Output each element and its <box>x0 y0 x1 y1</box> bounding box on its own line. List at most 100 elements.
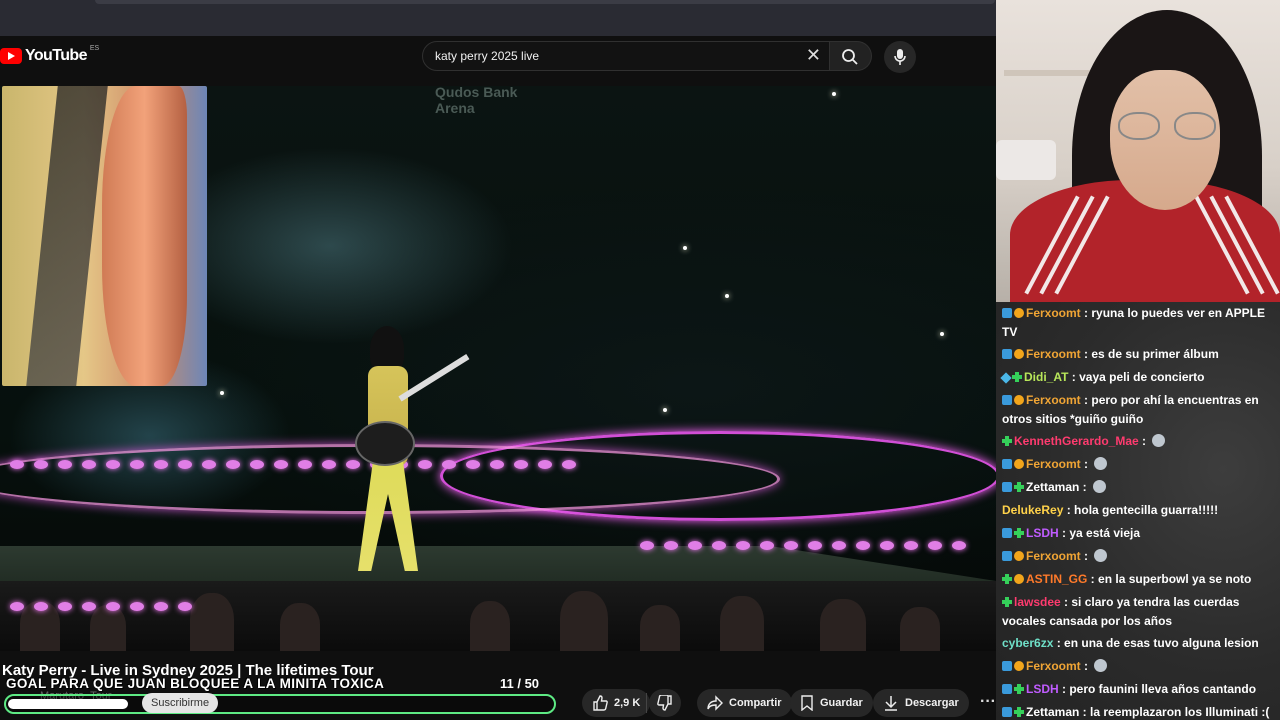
search-icon <box>842 49 858 65</box>
chat-badge-coin-icon[interactable] <box>1014 661 1024 671</box>
chat-message: Didi_AT : vaya peli de concierto <box>1000 368 1276 387</box>
search-query: katy perry 2025 live <box>435 49 540 63</box>
chat-badge-gem-icon[interactable] <box>1000 372 1012 384</box>
stream-screen: YouTube ES katy perry 2025 live ✕ Qudos … <box>0 0 1280 720</box>
chat-emote-icon <box>1094 659 1108 672</box>
video-player[interactable]: Qudos Bank Arena <box>0 86 996 651</box>
chat-message: KennethGerardo_Mae : <box>1002 432 1276 451</box>
chat-badge-plus-icon[interactable] <box>1014 482 1024 492</box>
chat-message: Zettaman : <box>1002 478 1276 497</box>
chat-text: hola gentecilla guarra!!!!! <box>1074 503 1219 517</box>
chat-badge-plus-icon[interactable] <box>1002 436 1012 446</box>
chat-message: lawsdee : si claro ya tendra las cuerdas… <box>1002 595 1240 628</box>
goal-overlay-text: GOAL PARA QUE JUAN BLOQUEE A LA MINITA T… <box>6 676 385 691</box>
chat-badge-box-icon[interactable] <box>1002 395 1012 405</box>
like-divider <box>646 693 647 713</box>
chat-message: Ferxoomt : ryuna lo puedes ver en APPLE … <box>1002 306 1265 339</box>
chat-badge-coin-icon[interactable] <box>1014 574 1024 584</box>
chat-message: Ferxoomt : pero por ahí la encuentras en… <box>1002 393 1259 426</box>
browser-top-strip <box>0 0 996 36</box>
chat-emote-icon <box>1094 549 1108 562</box>
chat-username[interactable]: KennethGerardo_Mae <box>1014 434 1139 448</box>
youtube-logo-text: YouTube <box>25 47 87 64</box>
chat-username[interactable]: Ferxoomt <box>1026 306 1081 320</box>
chat-badge-coin-icon[interactable] <box>1014 308 1024 318</box>
chat-username[interactable]: Ferxoomt <box>1026 659 1081 673</box>
chat-text: ya está vieja <box>1069 526 1141 540</box>
download-icon <box>885 696 897 711</box>
chat-badge-box-icon[interactable] <box>1002 482 1012 492</box>
chat-badge-box-icon[interactable] <box>1002 308 1012 318</box>
performer <box>340 326 470 651</box>
like-button[interactable]: 2,9 K <box>582 689 651 717</box>
chat-text: en la superbowl ya se noto <box>1098 572 1252 586</box>
more-actions-button[interactable]: ··· <box>980 693 996 711</box>
chat-message: cyber6zx : en una de esas tuvo alguna le… <box>1002 636 1259 650</box>
chat-text: la reemplazaron los Illuminati :( <box>1090 705 1270 719</box>
youtube-window: YouTube ES katy perry 2025 live ✕ Qudos … <box>0 0 996 720</box>
chat-message: ASTIN_GG : en la superbowl ya se noto <box>1002 570 1276 589</box>
like-count: 2,9 K <box>614 697 641 709</box>
chat-badge-coin-icon[interactable] <box>1014 459 1024 469</box>
share-label: Compartir <box>729 697 782 709</box>
chat-username[interactable]: DelukeRey <box>1002 503 1063 517</box>
chat-username[interactable]: Ferxoomt <box>1026 393 1081 407</box>
voice-search-button[interactable] <box>884 41 916 73</box>
chat-text: es de su primer álbum <box>1091 347 1219 361</box>
chat-panel: Ferxoomt : ryuna lo puedes ver en APPLE … <box>996 302 1280 720</box>
chat-username[interactable]: cyber6zx <box>1002 636 1053 650</box>
chat-badge-box-icon[interactable] <box>1002 349 1012 359</box>
chat-username[interactable]: Didi_AT <box>1024 370 1068 384</box>
thumbs-up-icon <box>593 695 608 711</box>
chat-username[interactable]: ASTIN_GG <box>1026 572 1087 586</box>
save-button[interactable]: Guardar <box>790 689 873 717</box>
chat-emote-icon <box>1093 480 1107 493</box>
chat-badge-box-icon[interactable] <box>1002 707 1012 717</box>
chat-message: Ferxoomt : es de su primer álbum <box>1002 345 1276 364</box>
chat-badge-coin-icon[interactable] <box>1014 349 1024 359</box>
download-button[interactable]: Descargar <box>873 689 969 717</box>
chat-badge-plus-icon[interactable] <box>1002 574 1012 584</box>
chat-username[interactable]: Zettaman <box>1026 480 1079 494</box>
chat-badge-plus-icon[interactable] <box>1012 372 1022 382</box>
chat-username[interactable]: Ferxoomt <box>1026 549 1081 563</box>
subscribe-button[interactable]: Suscribirme <box>142 693 219 713</box>
share-button[interactable]: Compartir <box>697 689 792 717</box>
chat-message: Zettaman : la reemplazaron los Illuminat… <box>1002 703 1276 720</box>
youtube-logo[interactable]: YouTube ES <box>0 45 99 65</box>
chat-username[interactable]: Ferxoomt <box>1026 347 1081 361</box>
chat-badge-box-icon[interactable] <box>1002 459 1012 469</box>
search-button[interactable] <box>830 41 872 71</box>
share-icon <box>707 695 723 711</box>
chat-message: LSDH : ya está vieja <box>1002 524 1276 543</box>
chat-badge-coin-icon[interactable] <box>1014 551 1024 561</box>
chat-badge-plus-icon[interactable] <box>1014 684 1024 694</box>
clear-search-icon[interactable]: ✕ <box>806 45 821 66</box>
chat-username[interactable]: Ferxoomt <box>1026 457 1081 471</box>
search-input[interactable]: katy perry 2025 live ✕ <box>422 41 830 71</box>
microphone-arm <box>996 140 1056 180</box>
chat-username[interactable]: Zettaman <box>1026 705 1079 719</box>
chat-badge-box-icon[interactable] <box>1002 551 1012 561</box>
chat-username[interactable]: LSDH <box>1026 682 1059 696</box>
chat-badge-plus-icon[interactable] <box>1014 707 1024 717</box>
chat-message: LSDH : pero faunini lleva años cantando <box>1002 680 1276 699</box>
chat-username[interactable]: LSDH <box>1026 526 1059 540</box>
streamer-glasses <box>1118 112 1218 142</box>
chat-badge-plus-icon[interactable] <box>1002 597 1012 607</box>
crowd <box>0 581 996 651</box>
chat-text: vaya peli de concierto <box>1079 370 1205 384</box>
chat-text: en una de esas tuvo alguna lesion <box>1064 636 1259 650</box>
chat-badge-box-icon[interactable] <box>1002 661 1012 671</box>
bookmark-icon <box>801 695 813 711</box>
chat-message: DelukeRey : hola gentecilla guarra!!!!! <box>1002 503 1219 517</box>
save-label: Guardar <box>820 697 863 709</box>
chat-badge-box-icon[interactable] <box>1002 684 1012 694</box>
microphone-icon <box>894 49 906 65</box>
chat-message: Ferxoomt : <box>1002 547 1276 566</box>
chat-badge-coin-icon[interactable] <box>1014 395 1024 405</box>
chat-badge-box-icon[interactable] <box>1002 528 1012 538</box>
chat-username[interactable]: lawsdee <box>1014 595 1061 609</box>
chat-badge-plus-icon[interactable] <box>1014 528 1024 538</box>
dislike-button[interactable] <box>649 689 681 717</box>
